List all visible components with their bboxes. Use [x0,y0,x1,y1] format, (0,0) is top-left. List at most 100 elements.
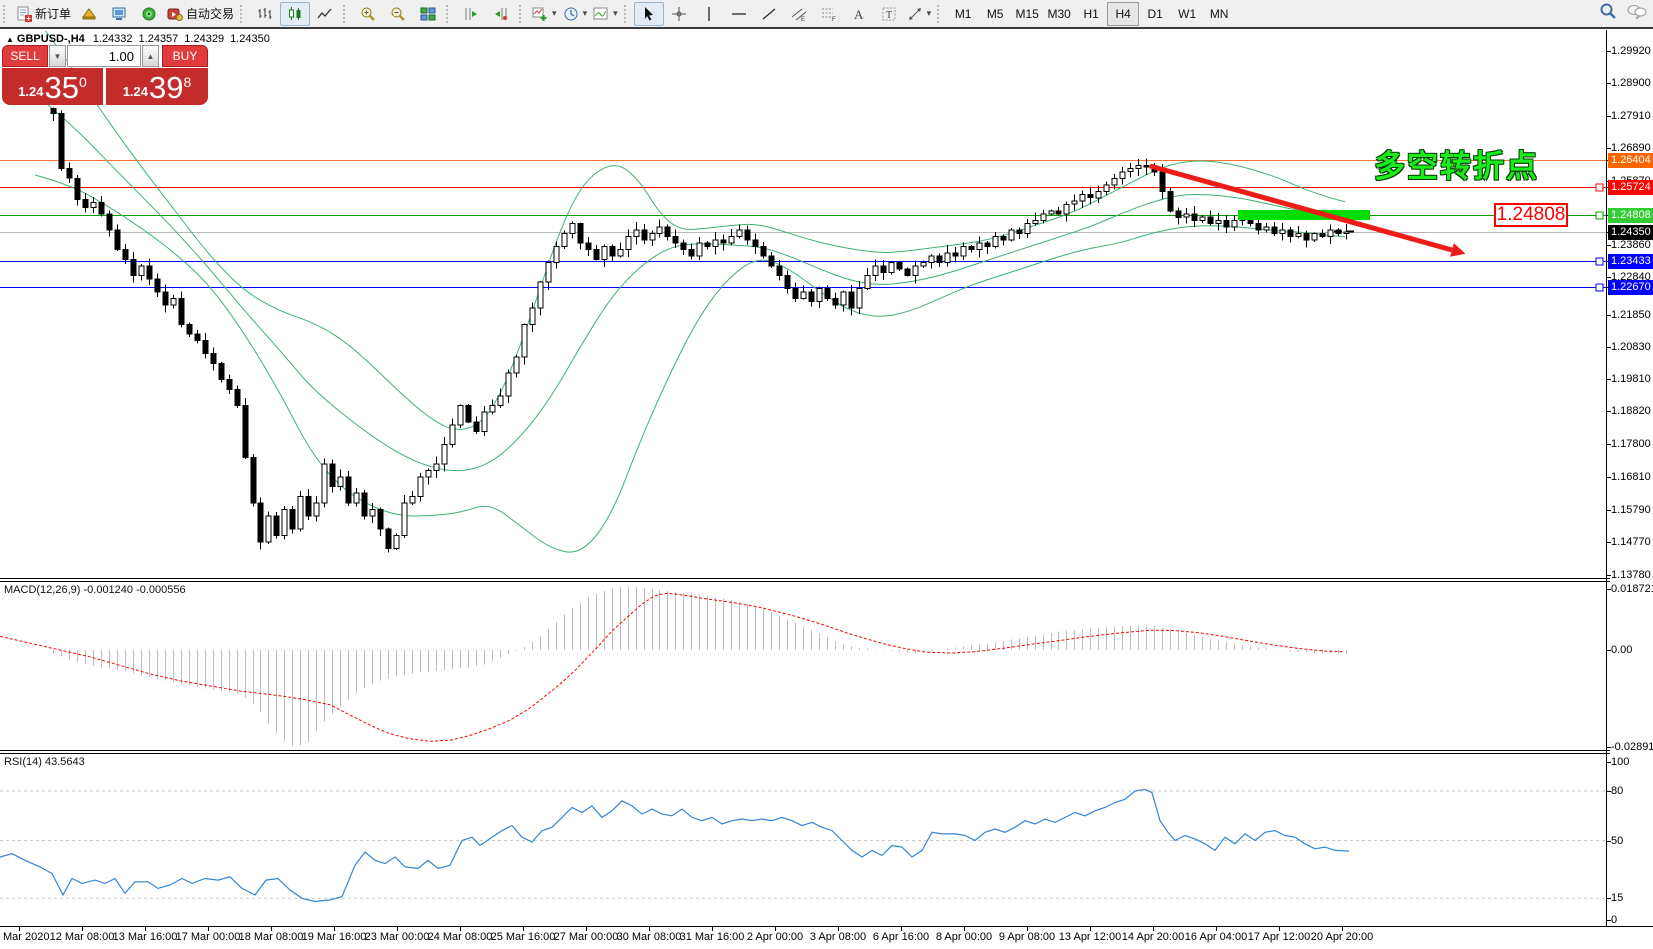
toolbar-btn-W1[interactable]: W1 [1171,2,1203,26]
chevron-down-icon[interactable]: ▾ [552,8,557,19]
rsi-axis-label: 0 [1611,914,1653,926]
autotrade-icon [167,6,183,22]
line-drag-handle[interactable] [1596,258,1603,265]
toolbar-btn-fibo[interactable]: F [814,2,844,26]
candle-body [115,230,120,250]
chat-icon[interactable] [1627,3,1647,24]
candle-body [1224,221,1229,228]
toolbar-btn-line-chart[interactable] [310,2,340,26]
candle-body [370,510,375,517]
price-tick-label: 1.18820 [1611,405,1653,417]
toolbar-btn-terminal[interactable] [104,2,134,26]
chevron-down-icon[interactable]: ▾ [927,8,932,19]
toolbar-btn-M15[interactable]: M15 [1011,2,1043,26]
symbol-ohlc-line: ▲GBPUSD-,H41.243321.243571.243291.24350 [6,33,276,45]
candle-body [825,289,830,299]
candle-body [578,224,583,244]
annotation-text[interactable]: 多空转折点 [1374,141,1539,186]
toolbar-btn-M1[interactable]: M1 [947,2,979,26]
buy-button[interactable]: BUY [162,45,208,67]
candle-body [458,406,463,426]
line-drag-handle[interactable] [1596,212,1603,219]
toolbar-btn-hline[interactable] [724,2,754,26]
toolbar-btn-channel[interactable]: E [784,2,814,26]
candle-body [1088,195,1093,198]
price-badge[interactable]: 1.26404 [1608,153,1653,168]
toolbar-btn-H4[interactable]: H4 [1107,2,1139,26]
toolbar-grip[interactable] [519,5,525,23]
toolbar-btn-D1[interactable]: D1 [1139,2,1171,26]
toolbar-btn-M30[interactable]: M30 [1043,2,1075,26]
volume-increment-button[interactable]: ▲ [142,45,159,67]
toolbar-btn-tile-windows[interactable] [413,2,443,26]
toolbar-btn-label[interactable]: T [874,2,904,26]
toolbar-btn-trendline[interactable] [754,2,784,26]
collapse-triangle-icon[interactable]: ▲ [6,35,14,44]
svg-text:E: E [801,17,805,22]
buy-price-button[interactable]: 1.24 39 8 [106,68,208,105]
sell-price-button[interactable]: 1.24 35 0 [2,68,103,105]
toolbar-grip[interactable] [343,5,349,23]
rsi-layer [0,789,1606,901]
candle-body [937,256,942,263]
candle-body [993,237,998,247]
toolbar-grip[interactable] [240,5,246,23]
toolbar-btn-text[interactable]: A [844,2,874,26]
toolbar-btn-shapes[interactable]: ▾ [904,2,935,26]
candle-body [745,230,750,240]
price-badge[interactable]: 1.22670 [1608,280,1653,295]
new-order-icon [16,6,32,22]
toolbar-btn-M5[interactable]: M5 [979,2,1011,26]
chevron-down-icon[interactable]: ▾ [613,8,618,19]
toolbar-btn-vline[interactable] [694,2,724,26]
toolbar-btn-new-order[interactable]: 新订单 [13,2,74,26]
toolbar-btn-bars[interactable] [250,2,280,26]
macd-layer [0,586,1347,746]
toolbar-btn-candles[interactable] [280,2,310,26]
toolbar-btn-H1[interactable]: H1 [1075,2,1107,26]
candle-body [410,497,415,504]
candle-body [330,464,335,487]
toolbar-grip[interactable] [3,5,9,23]
toolbar-btn-crosshair[interactable] [664,2,694,26]
toolbar-btn-history[interactable] [74,2,104,26]
toolbar-btn-cursor[interactable] [634,2,664,26]
candle-body [1216,221,1221,224]
toolbar-btn-add-indicator[interactable]: ▾ [529,2,560,26]
candle-body [610,247,615,257]
toolbar-grip[interactable] [624,5,630,23]
toolbar-btn-autotrade[interactable]: 自动交易 [164,2,237,26]
price-badge[interactable]: 1.24808 [1608,208,1653,223]
chevron-down-icon[interactable]: ▾ [583,8,588,19]
price-badge[interactable]: 1.24350 [1608,225,1653,240]
toolbar-btn-radar[interactable] [134,2,164,26]
search-icon[interactable] [1599,2,1617,25]
toolbar-group-insert: ▾ ▾ ▾ [516,0,621,27]
candle-body [817,289,822,302]
sell-button[interactable]: SELL [2,45,48,67]
candle-body [1152,167,1157,172]
toolbar-btn-zoom-out[interactable] [383,2,413,26]
line-drag-handle[interactable] [1596,284,1603,291]
candle-body [1001,237,1006,240]
price-badge[interactable]: 1.23433 [1608,254,1653,269]
candle-body [570,224,575,234]
quote-low: 1.24329 [184,33,224,45]
toolbar-btn-shift-end[interactable] [456,2,486,26]
volume-input[interactable]: 1.00 [67,45,141,67]
candle-body [546,263,551,283]
toolbar-grip[interactable] [446,5,452,23]
toolbar-btn-auto-scroll[interactable] [486,2,516,26]
toolbar-btn-zoom-in[interactable] [353,2,383,26]
line-drag-handle[interactable] [1596,184,1603,191]
thick-green-trendline[interactable] [1238,210,1370,220]
toolbar-grip[interactable] [937,5,943,23]
toolbar-btn-MN[interactable]: MN [1203,2,1235,26]
candle-body [394,536,399,549]
volume-decrement-button[interactable]: ▼ [49,45,66,67]
price-badge[interactable]: 1.25724 [1608,180,1653,195]
price-callout-label[interactable]: 1.24808 [1494,203,1568,227]
candle-body [586,243,591,250]
toolbar-btn-template[interactable]: ▾ [590,2,621,26]
toolbar-btn-period[interactable]: ▾ [560,2,591,26]
